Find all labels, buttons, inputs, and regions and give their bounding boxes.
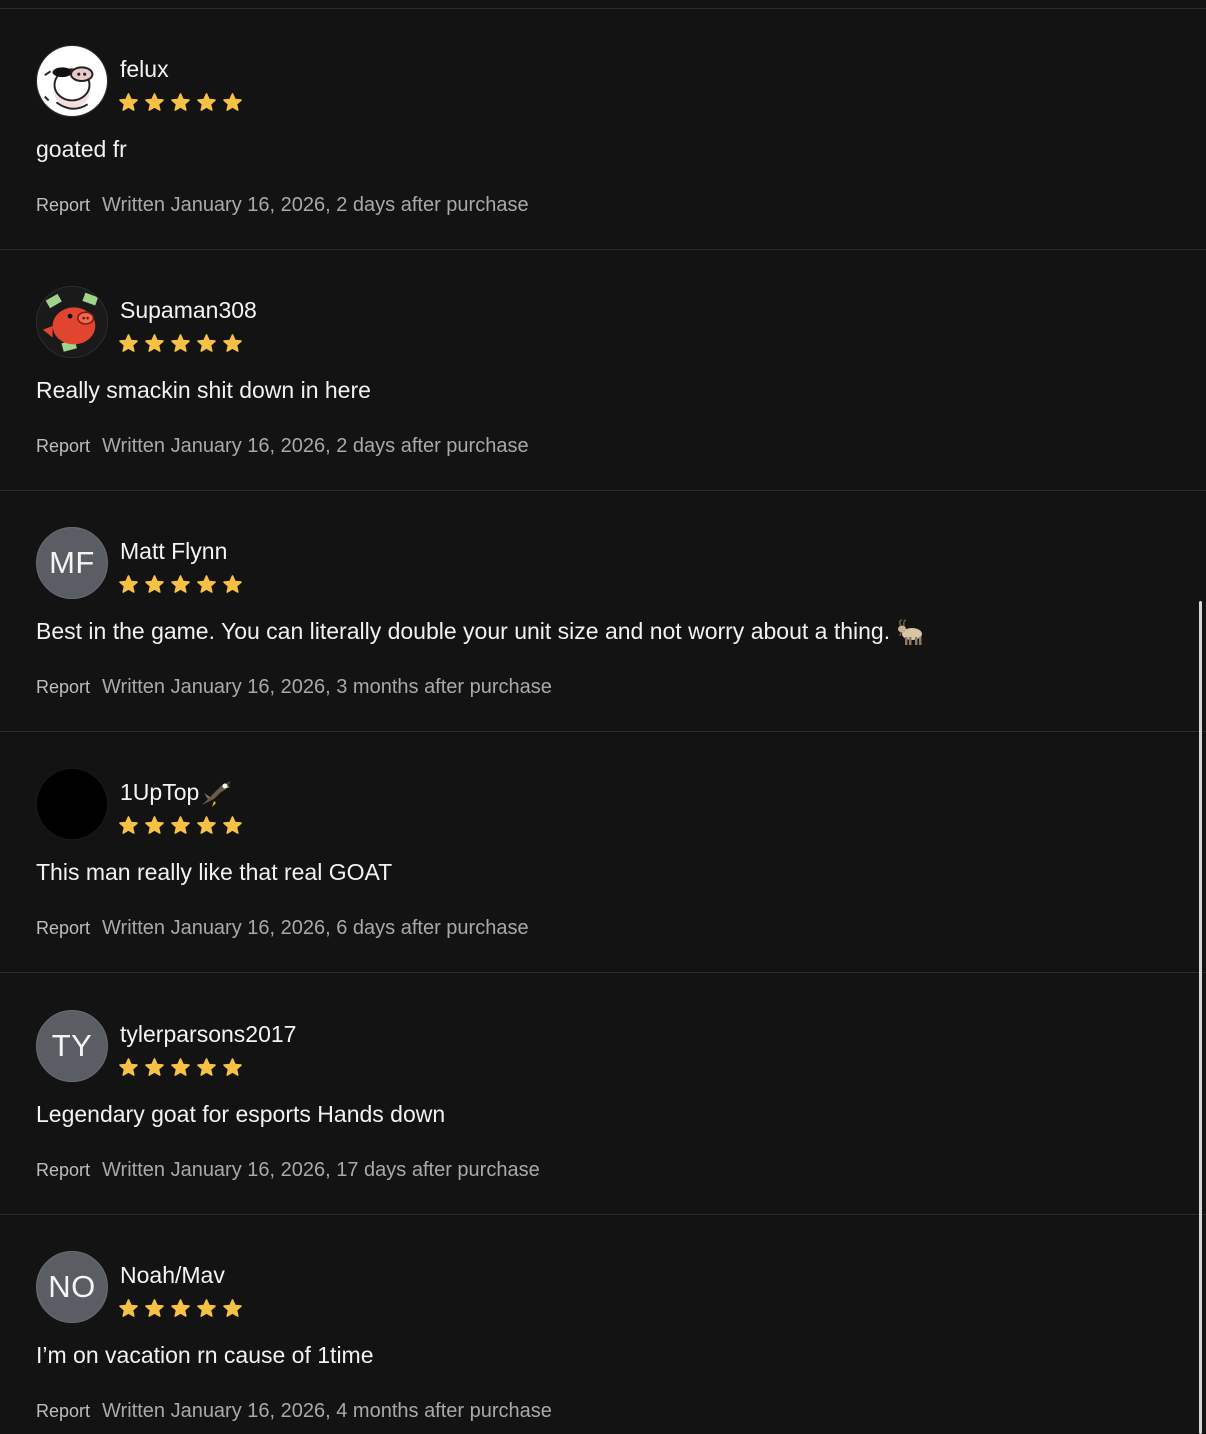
star-icon	[119, 1299, 138, 1317]
star-icon	[145, 816, 164, 834]
reviewer-name: Noah/Mav	[120, 1262, 225, 1288]
star-icon	[171, 1058, 190, 1076]
written-date: Written January 16, 2026, 2 days after p…	[102, 194, 529, 216]
avatar[interactable]: TY	[36, 1010, 108, 1082]
star-rating	[119, 816, 242, 835]
report-link[interactable]: Report	[36, 1160, 90, 1181]
star-icon	[119, 93, 138, 111]
written-date: Written January 16, 2026, 6 days after p…	[102, 917, 529, 939]
star-icon	[119, 1058, 138, 1076]
avatar[interactable]	[36, 286, 108, 358]
avatar[interactable]: MF	[36, 527, 108, 599]
review-meta: Report Written January 16, 2026, 3 month…	[36, 676, 552, 699]
star-icon	[119, 575, 138, 593]
star-icon	[145, 93, 164, 111]
star-rating	[119, 1299, 242, 1318]
eagle-emoji-icon	[202, 781, 232, 807]
review-card: Supaman308 Really smackin shit down in h…	[0, 250, 1206, 491]
review-card: NO Noah/Mav I’m on vacation rn cause of …	[0, 1215, 1206, 1434]
review-meta: Report Written January 16, 2026, 6 days …	[36, 917, 529, 940]
avatar[interactable]	[36, 768, 108, 840]
reviewer-name: tylerparsons2017	[120, 1021, 297, 1047]
reviewer-name: Supaman308	[120, 297, 257, 323]
reviewer-name-text: 1UpTop	[120, 779, 200, 806]
star-icon	[197, 575, 216, 593]
star-icon	[171, 1299, 190, 1317]
star-icon	[197, 1299, 216, 1317]
review-text-content: Best in the game. You can literally doub…	[36, 618, 891, 644]
star-icon	[223, 575, 242, 593]
review-text: I’m on vacation rn cause of 1time	[36, 1342, 374, 1368]
reviewer-name: Matt Flynn	[120, 538, 228, 564]
reviewer-name: 1UpTop	[120, 779, 234, 809]
report-link[interactable]: Report	[36, 677, 90, 698]
star-icon	[145, 1299, 164, 1317]
report-link[interactable]: Report	[36, 1401, 90, 1422]
star-icon	[119, 816, 138, 834]
review-text: Really smackin shit down in here	[36, 377, 371, 403]
star-icon	[197, 334, 216, 352]
star-icon	[119, 334, 138, 352]
review-text: This man really like that real GOAT	[36, 859, 393, 885]
star-icon	[223, 93, 242, 111]
star-rating	[119, 334, 242, 353]
star-icon	[223, 334, 242, 352]
star-icon	[171, 816, 190, 834]
star-icon	[171, 93, 190, 111]
review-card: TY tylerparsons2017 Legendary goat for e…	[0, 974, 1206, 1215]
written-date: Written January 16, 2026, 2 days after p…	[102, 435, 529, 457]
review-meta: Report Written January 16, 2026, 17 days…	[36, 1159, 540, 1182]
star-icon	[145, 575, 164, 593]
reviewer-name: felux	[120, 56, 169, 82]
star-rating	[119, 93, 242, 112]
star-icon	[223, 1058, 242, 1076]
star-icon	[145, 1058, 164, 1076]
cow-avatar-icon	[37, 46, 107, 116]
pig-money-avatar-icon	[37, 287, 107, 357]
review-text: Legendary goat for esports Hands down	[36, 1101, 446, 1127]
review-text: Best in the game. You can literally doub…	[36, 617, 926, 647]
review-card: 1UpTop This man really like that real GO…	[0, 732, 1206, 973]
review-meta: Report Written January 16, 2026, 2 days …	[36, 435, 529, 458]
review-card: MF Matt Flynn Best in the game. You can …	[0, 491, 1206, 732]
star-icon	[223, 1299, 242, 1317]
star-icon	[197, 816, 216, 834]
star-rating	[119, 575, 242, 594]
star-icon	[171, 575, 190, 593]
written-date: Written January 16, 2026, 3 months after…	[102, 676, 552, 698]
avatar[interactable]: NO	[36, 1251, 108, 1323]
star-icon	[171, 334, 190, 352]
star-icon	[197, 1058, 216, 1076]
reviews-page: felux goated fr Report Written January 1…	[0, 0, 1206, 1434]
report-link[interactable]: Report	[36, 918, 90, 939]
review-meta: Report Written January 16, 2026, 4 month…	[36, 1400, 552, 1423]
report-link[interactable]: Report	[36, 195, 90, 216]
star-rating	[119, 1058, 242, 1077]
black-circle-avatar-icon	[37, 769, 107, 839]
review-card: felux goated fr Report Written January 1…	[0, 9, 1206, 250]
avatar[interactable]	[36, 45, 108, 117]
review-meta: Report Written January 16, 2026, 2 days …	[36, 194, 529, 217]
report-link[interactable]: Report	[36, 436, 90, 457]
written-date: Written January 16, 2026, 4 months after…	[102, 1400, 552, 1422]
review-text: goated fr	[36, 136, 127, 162]
star-icon	[145, 334, 164, 352]
scrollbar[interactable]	[1199, 601, 1202, 1434]
written-date: Written January 16, 2026, 17 days after …	[102, 1159, 540, 1181]
goat-emoji-icon	[898, 619, 923, 645]
star-icon	[197, 93, 216, 111]
star-icon	[223, 816, 242, 834]
